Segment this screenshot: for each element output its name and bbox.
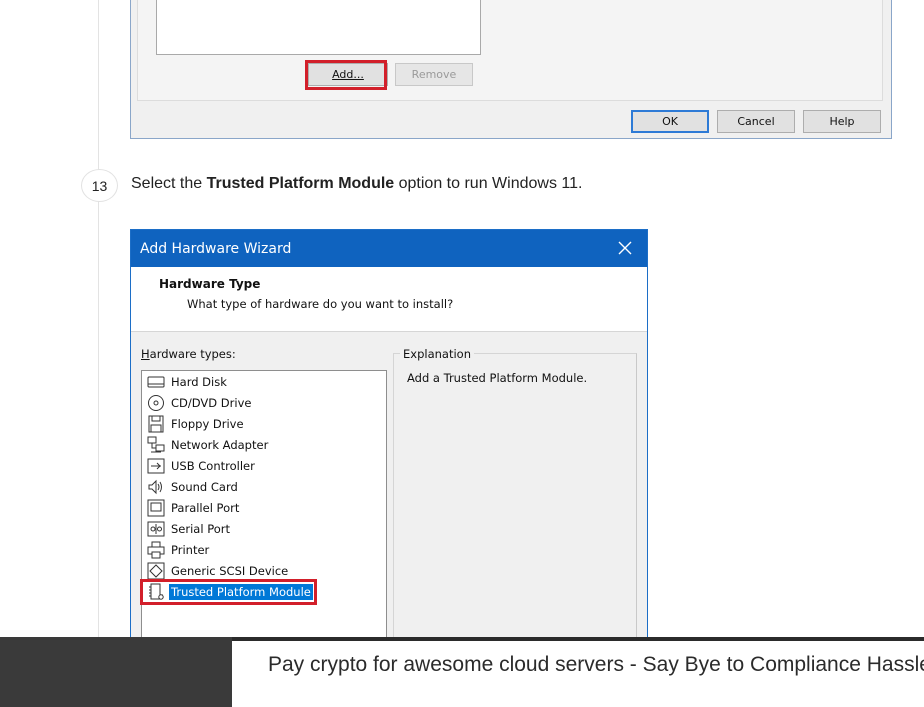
help-button-label: Help	[829, 115, 855, 128]
cancel-button-label: Cancel	[737, 115, 775, 128]
hardware-types-label: Hardware types:	[141, 347, 236, 361]
list-item-trusted-platform-module[interactable]: Trusted Platform Module	[147, 582, 313, 601]
hard-disk-icon	[147, 373, 165, 391]
list-item-parallel-port[interactable]: Parallel Port	[147, 498, 241, 517]
floppy-icon	[147, 415, 165, 433]
device-settings-dialog: Add... Remove OK Cancel Help	[130, 0, 892, 139]
speaker-icon	[147, 478, 165, 496]
add-button[interactable]: Add...	[308, 63, 388, 86]
step-text-bold: Trusted Platform Module	[206, 175, 395, 192]
explanation-label: Explanation	[400, 347, 474, 361]
serial-port-icon	[147, 520, 165, 538]
wizard-header-title: Hardware Type	[159, 277, 261, 291]
ad-image-area	[0, 637, 232, 707]
step-number: 13	[91, 177, 108, 194]
list-item-label: Network Adapter	[171, 437, 269, 452]
list-item-cd-dvd[interactable]: CD/DVD Drive	[147, 393, 253, 412]
list-item-label: Trusted Platform Module	[169, 583, 313, 600]
usb-icon	[147, 457, 165, 475]
remove-button-label: Remove	[411, 68, 457, 81]
list-item-serial-port[interactable]: Serial Port	[147, 519, 232, 538]
hardware-types-label-rest: ardware types:	[149, 347, 236, 361]
add-hardware-wizard: Add Hardware Wizard Hardware Type What t…	[130, 229, 648, 707]
cd-dvd-icon	[147, 394, 165, 412]
list-item-label: USB Controller	[171, 458, 255, 473]
ad-banner[interactable]: Pay crypto for awesome cloud servers - S…	[0, 637, 924, 707]
step-text-before: Select the	[131, 175, 207, 192]
step-instruction: Select the Trusted Platform Module optio…	[131, 175, 582, 193]
close-icon[interactable]	[615, 238, 635, 258]
step-timeline-line	[98, 0, 99, 707]
list-item-hard-disk[interactable]: Hard Disk	[147, 372, 229, 391]
cancel-button[interactable]: Cancel	[717, 110, 795, 133]
remove-button[interactable]: Remove	[395, 63, 473, 86]
network-adapter-icon	[147, 436, 165, 454]
list-item-label: Hard Disk	[171, 374, 227, 389]
step-text-after: option to run Windows 11.	[394, 175, 583, 192]
list-item-sound-card[interactable]: Sound Card	[147, 477, 240, 496]
list-item-label: Sound Card	[171, 479, 238, 494]
wizard-title: Add Hardware Wizard	[140, 240, 292, 257]
tpm-icon	[147, 583, 165, 601]
list-item-label: Generic SCSI Device	[171, 563, 289, 578]
ok-button-label: OK	[662, 115, 678, 128]
list-item-generic-scsi[interactable]: Generic SCSI Device	[147, 561, 290, 580]
list-item-label: CD/DVD Drive	[171, 395, 252, 410]
list-item-label: Printer	[171, 542, 210, 557]
list-item-usb-controller[interactable]: USB Controller	[147, 456, 257, 475]
device-list-panel: Add... Remove	[137, 0, 883, 101]
printer-icon	[147, 541, 165, 559]
list-item-label: Parallel Port	[171, 500, 240, 515]
list-item-label: Serial Port	[171, 521, 230, 536]
wizard-header: Hardware Type What type of hardware do y…	[131, 267, 647, 332]
scsi-icon	[147, 562, 165, 580]
wizard-header-subtitle: What type of hardware do you want to ins…	[187, 297, 454, 311]
parallel-port-icon	[147, 499, 165, 517]
ad-headline[interactable]: Pay crypto for awesome cloud servers - S…	[268, 651, 924, 679]
device-listbox[interactable]	[156, 0, 481, 55]
ok-button[interactable]: OK	[631, 110, 709, 133]
list-item-network-adapter[interactable]: Network Adapter	[147, 435, 270, 454]
list-item-label: Floppy Drive	[171, 416, 244, 431]
explanation-text: Add a Trusted Platform Module.	[407, 371, 588, 385]
help-button[interactable]: Help	[803, 110, 881, 133]
step-number-badge: 13	[81, 169, 118, 202]
list-item-floppy[interactable]: Floppy Drive	[147, 414, 246, 433]
list-item-printer[interactable]: Printer	[147, 540, 211, 559]
ad-card[interactable]: Pay crypto for awesome cloud servers - S…	[232, 641, 924, 707]
add-button-label: Add...	[332, 68, 364, 81]
wizard-title-bar: Add Hardware Wizard	[131, 230, 647, 267]
